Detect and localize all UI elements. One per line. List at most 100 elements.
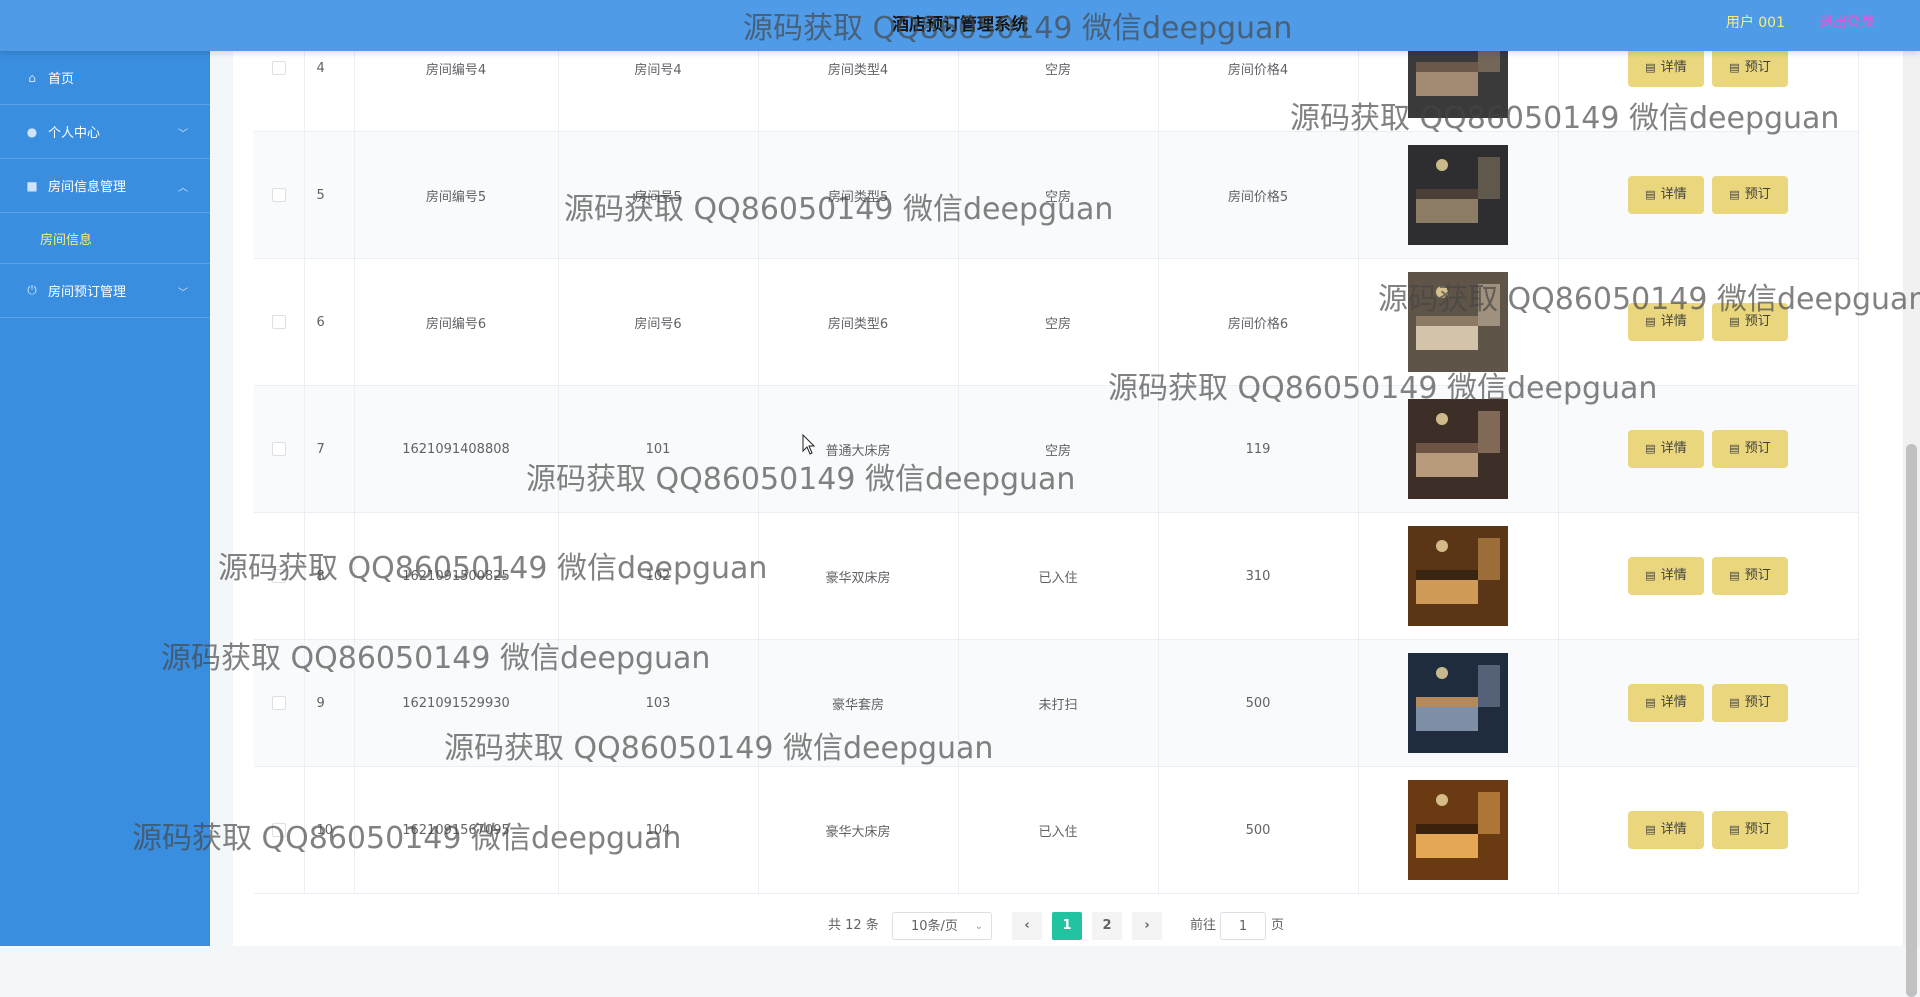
book-button-label: 预订 bbox=[1744, 60, 1771, 75]
row-index: 6 bbox=[304, 258, 355, 386]
document-icon: ▤ bbox=[1645, 315, 1656, 328]
detail-button-label: 详情 bbox=[1660, 441, 1687, 456]
room-price: 房间价格5 bbox=[1158, 131, 1359, 259]
goto-label: 前往 bbox=[1190, 918, 1217, 933]
room-number: 104 bbox=[558, 766, 759, 894]
room-image-cell bbox=[1358, 639, 1559, 767]
chevron-down-icon: ⌄ bbox=[974, 921, 983, 932]
book-button-label: 预订 bbox=[1744, 695, 1771, 710]
row-checkbox[interactable] bbox=[271, 442, 286, 456]
mouse-cursor-icon bbox=[802, 434, 816, 455]
row-index: 8 bbox=[304, 512, 355, 640]
detail-button-label: 详情 bbox=[1660, 314, 1687, 329]
room-image-cell bbox=[1358, 512, 1559, 640]
table-row: 5 房间编号5 房间号5 房间类型5 空房 房间价格5 ▤ 详情 ▤ 预订 bbox=[254, 131, 1859, 259]
room-table: 4 房间编号4 房间号4 房间类型4 空房 房间价格4 ▤ 详情 ▤ 预订 5 房间编号5 房间号5 房间… bbox=[254, 5, 1859, 894]
book-button[interactable]: ▤ 预订 bbox=[1712, 811, 1788, 849]
book-button[interactable]: ▤ 预订 bbox=[1712, 176, 1788, 214]
briefcase-icon: ■ bbox=[26, 178, 38, 193]
sidebar-item-room-info-management[interactable]: ■ 房间信息管理 ︿ bbox=[0, 159, 210, 213]
sidebar-item-label: 房间预订管理 bbox=[48, 285, 127, 300]
room-image-cell bbox=[1358, 766, 1559, 894]
sidebar-subitem-room-info[interactable]: 房间信息 bbox=[0, 213, 210, 264]
document-icon: ▤ bbox=[1729, 823, 1740, 836]
detail-button[interactable]: ▤ 详情 bbox=[1628, 430, 1704, 468]
top-bar: 酒店预订管理系统 用户 001 退出登录 bbox=[0, 0, 1920, 51]
page-size-select[interactable]: 10条/页 ⌄ bbox=[892, 912, 992, 940]
prev-page-button[interactable]: ‹ bbox=[1012, 912, 1042, 940]
detail-button[interactable]: ▤ 详情 bbox=[1628, 176, 1704, 214]
room-image bbox=[1408, 399, 1508, 499]
row-index: 10 bbox=[304, 766, 355, 894]
detail-button[interactable]: ▤ 详情 bbox=[1628, 811, 1704, 849]
row-checkbox[interactable] bbox=[271, 696, 286, 710]
detail-button[interactable]: ▤ 详情 bbox=[1628, 49, 1704, 87]
row-checkbox[interactable] bbox=[271, 61, 286, 75]
room-type: 普通大床房 bbox=[758, 385, 959, 513]
row-checkbox-cell[interactable] bbox=[254, 258, 305, 386]
logout-link[interactable]: 退出登录 bbox=[1819, 12, 1875, 32]
room-status: 未打扫 bbox=[958, 639, 1159, 767]
row-checkbox-cell[interactable] bbox=[254, 131, 305, 259]
row-checkbox-cell[interactable] bbox=[254, 639, 305, 767]
document-icon: ▤ bbox=[1729, 188, 1740, 201]
row-actions: ▤ 详情 ▤ 预订 bbox=[1558, 258, 1859, 386]
person-icon: ● bbox=[26, 124, 38, 139]
book-button[interactable]: ▤ 预订 bbox=[1712, 557, 1788, 595]
vertical-scrollbar[interactable] bbox=[1903, 51, 1920, 997]
book-button-label: 预订 bbox=[1744, 441, 1771, 456]
goto-page-input[interactable]: 1 bbox=[1220, 912, 1266, 940]
detail-button[interactable]: ▤ 详情 bbox=[1628, 557, 1704, 595]
detail-button[interactable]: ▤ 详情 bbox=[1628, 684, 1704, 722]
row-actions: ▤ 详情 ▤ 预订 bbox=[1558, 131, 1859, 259]
sidebar-item-label: 个人中心 bbox=[48, 126, 101, 141]
row-checkbox[interactable] bbox=[271, 569, 286, 583]
room-status: 已入住 bbox=[958, 512, 1159, 640]
document-icon: ▤ bbox=[1645, 61, 1656, 74]
room-number-code: 房间编号6 bbox=[354, 258, 559, 386]
row-checkbox-cell[interactable] bbox=[254, 385, 305, 513]
room-price: 500 bbox=[1158, 766, 1359, 894]
book-button-label: 预订 bbox=[1744, 314, 1771, 329]
table-row: 9 1621091529930 103 豪华套房 未打扫 500 ▤ 详情 ▤ 预订 bbox=[254, 639, 1859, 767]
room-image bbox=[1408, 526, 1508, 626]
home-icon: ⌂ bbox=[28, 70, 36, 85]
row-actions: ▤ 详情 ▤ 预订 bbox=[1558, 639, 1859, 767]
scrollbar-thumb[interactable] bbox=[1906, 444, 1917, 997]
room-type: 豪华大床房 bbox=[758, 766, 959, 894]
row-checkbox[interactable] bbox=[271, 188, 286, 202]
sidebar-item-home[interactable]: ⌂ 首页 bbox=[0, 51, 210, 105]
book-button[interactable]: ▤ 预订 bbox=[1712, 303, 1788, 341]
sidebar-item-room-booking-management[interactable]: ⏻ 房间预订管理 ﹀ bbox=[0, 264, 210, 318]
room-status: 空房 bbox=[958, 385, 1159, 513]
book-button[interactable]: ▤ 预订 bbox=[1712, 49, 1788, 87]
room-number-code: 1621091408808 bbox=[354, 385, 559, 513]
detail-button-label: 详情 bbox=[1660, 695, 1687, 710]
page-1-button[interactable]: 1 bbox=[1052, 912, 1082, 940]
room-number-code: 1621091529930 bbox=[354, 639, 559, 767]
row-checkbox[interactable] bbox=[271, 823, 286, 837]
page-2-button[interactable]: 2 bbox=[1092, 912, 1122, 940]
detail-button-label: 详情 bbox=[1660, 60, 1687, 75]
row-checkbox-cell[interactable] bbox=[254, 512, 305, 640]
book-button[interactable]: ▤ 预订 bbox=[1712, 684, 1788, 722]
detail-button[interactable]: ▤ 详情 bbox=[1628, 303, 1704, 341]
detail-button-label: 详情 bbox=[1660, 822, 1687, 837]
row-index: 9 bbox=[304, 639, 355, 767]
room-price: 310 bbox=[1158, 512, 1359, 640]
book-button-label: 预订 bbox=[1744, 822, 1771, 837]
table-row: 7 1621091408808 101 普通大床房 空房 119 ▤ 详情 ▤ 预订 bbox=[254, 385, 1859, 513]
room-type: 房间类型6 bbox=[758, 258, 959, 386]
room-number: 房间号6 bbox=[558, 258, 759, 386]
page-unit-label: 页 bbox=[1271, 918, 1285, 933]
row-checkbox[interactable] bbox=[271, 315, 286, 329]
table-row: 10 1621091567095 104 豪华大床房 已入住 500 ▤ 详情 ▤ 预订 bbox=[254, 766, 1859, 894]
row-index: 5 bbox=[304, 131, 355, 259]
room-type: 房间类型5 bbox=[758, 131, 959, 259]
row-checkbox-cell[interactable] bbox=[254, 766, 305, 894]
next-page-button[interactable]: › bbox=[1132, 912, 1162, 940]
book-button[interactable]: ▤ 预订 bbox=[1712, 430, 1788, 468]
sidebar-item-personal-center[interactable]: ● 个人中心 ﹀ bbox=[0, 105, 210, 159]
table-row: 8 1621091500825 102 豪华双床房 已入住 310 ▤ 详情 ▤ 预订 bbox=[254, 512, 1859, 640]
chevron-up-icon: ︿ bbox=[178, 183, 188, 194]
